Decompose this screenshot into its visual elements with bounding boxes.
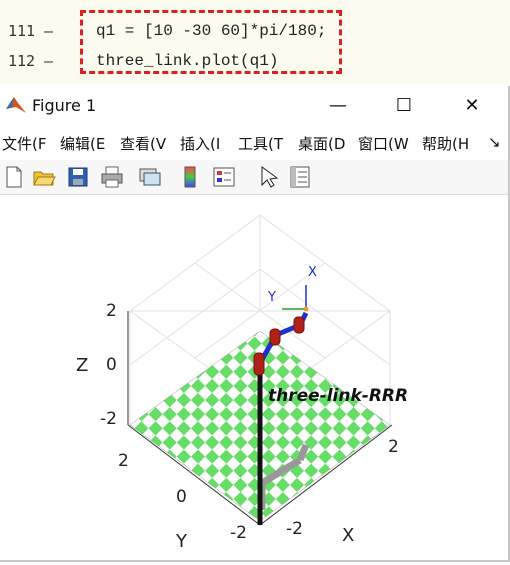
menu-edit[interactable]: 编辑(E <box>60 133 105 154</box>
y-tick: 2 <box>118 451 129 471</box>
save-icon[interactable] <box>66 165 90 189</box>
frame-y-label: Y <box>268 290 276 305</box>
z-axis-label: Z <box>76 355 89 376</box>
minimize-button[interactable]: — <box>318 92 358 120</box>
link-plot-icon[interactable] <box>138 165 162 189</box>
matlab-icon <box>6 97 26 113</box>
y-tick: -2 <box>230 523 247 543</box>
robot-3d-plot[interactable] <box>0 195 508 560</box>
line-number: 112 <box>8 52 36 70</box>
x-axis-label: X <box>342 525 355 546</box>
menu-bar: 文件(F 编辑(E 查看(V 插入(I 工具(T 桌面(D 窗口(W 帮助(H … <box>0 130 508 156</box>
y-axis-label: Y <box>176 531 187 552</box>
highlight-box <box>80 10 342 74</box>
menu-window[interactable]: 窗口(W <box>358 133 409 154</box>
menu-tools[interactable]: 工具(T <box>238 133 283 154</box>
line-number: 111 <box>8 22 36 40</box>
menu-overflow-icon[interactable]: ↘ <box>488 133 501 151</box>
line-marker: — <box>44 22 54 40</box>
open-file-icon[interactable] <box>32 165 56 189</box>
menu-view[interactable]: 查看(V <box>120 133 166 154</box>
robot-name-label: three-link-RRR <box>268 386 409 406</box>
new-figure-icon[interactable] <box>2 165 26 189</box>
window-title: Figure 1 <box>32 96 97 115</box>
menu-help[interactable]: 帮助(H <box>422 133 469 154</box>
frame-x-label: X <box>308 265 317 280</box>
line-marker: — <box>44 52 54 70</box>
figure-toolbar <box>0 160 508 195</box>
x-tick: -2 <box>286 519 303 539</box>
menu-file[interactable]: 文件(F <box>2 133 46 154</box>
x-tick: 2 <box>388 437 399 457</box>
print-icon[interactable] <box>100 165 124 189</box>
pointer-icon[interactable] <box>256 165 280 189</box>
legend-icon[interactable] <box>212 165 236 189</box>
property-inspector-icon[interactable] <box>288 165 312 189</box>
colorbar-icon[interactable] <box>178 165 202 189</box>
close-button[interactable]: ✕ <box>452 92 492 120</box>
code-editor: 111 — q1 = [10 -30 60]*pi/180; 112 — thr… <box>0 0 510 84</box>
tool-frame <box>282 285 309 312</box>
figure-window: Figure 1 — ☐ ✕ 文件(F 编辑(E 查看(V 插入(I 工具(T … <box>0 86 510 562</box>
maximize-button[interactable]: ☐ <box>384 92 424 120</box>
z-tick: 0 <box>106 355 117 375</box>
menu-desktop[interactable]: 桌面(D <box>298 133 345 154</box>
menu-insert[interactable]: 插入(I <box>180 133 220 154</box>
z-tick: -2 <box>100 409 117 429</box>
plot-area[interactable]: Y X three-link-RRR 2 0 -2 Z 2 0 -2 Y 2 -… <box>0 195 508 560</box>
title-bar: Figure 1 — ☐ ✕ <box>0 86 508 126</box>
z-tick: 2 <box>106 301 117 321</box>
y-tick: 0 <box>176 487 187 507</box>
